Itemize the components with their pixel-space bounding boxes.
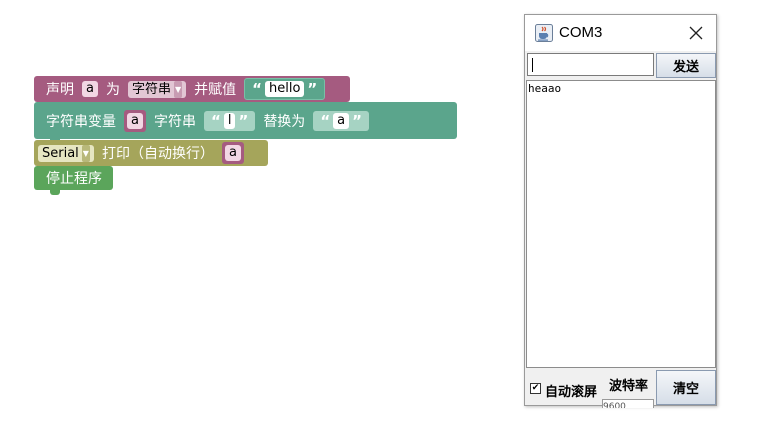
stop-program-block[interactable]: 停止程序 [34, 166, 113, 195]
dropdown-arrow-icon: ▼ [81, 144, 90, 162]
autoscroll-label: 自动滚屏 [545, 385, 598, 400]
print-var-field[interactable]: a [224, 145, 241, 161]
variable-block[interactable]: a [221, 142, 244, 164]
stop-label: 停止程序 [46, 171, 102, 187]
string-label: 字符串 [153, 113, 196, 130]
baud-rate-label: 波特率 [609, 379, 649, 394]
send-button[interactable]: 发送 [656, 53, 716, 78]
serial-monitor-window: COM3 发送 heaao ✔ 自动滚屏 波特率 9600 清空 [524, 14, 717, 408]
type-dropdown[interactable]: 字符串 ▼ [127, 80, 187, 98]
string-literal-block[interactable]: “ hello ” [244, 78, 326, 100]
for-label: 为 [105, 82, 120, 98]
string-variable-label: 字符串变量 [46, 113, 116, 130]
serial-port-dropdown[interactable]: Serial ▼ [38, 144, 94, 162]
find-value-field[interactable]: l [223, 112, 236, 129]
autoscroll-checkbox[interactable]: ✔ [530, 383, 541, 394]
print-label: 打印（自动换行） [101, 146, 214, 162]
baud-rate-select[interactable]: 9600 [602, 399, 654, 408]
find-string-block[interactable]: “ l ” [203, 110, 256, 131]
replace-with-label: 替换为 [263, 113, 306, 130]
send-input[interactable] [527, 53, 654, 76]
close-icon[interactable] [688, 25, 704, 41]
assign-label: 并赋值 [194, 82, 237, 98]
quote-close-icon: ” [307, 80, 318, 98]
variable-block[interactable]: a [124, 109, 146, 132]
block-connector [50, 190, 60, 195]
replace-string-block[interactable]: “ a ” [313, 110, 369, 131]
quote-open-icon: “ [210, 111, 221, 130]
replace-value-field[interactable]: a [333, 112, 350, 129]
serial-output-text: heaao [528, 82, 562, 95]
window-title: COM3 [559, 24, 603, 41]
serial-print-block[interactable]: Serial ▼ 打印（自动换行） a [34, 140, 268, 171]
clear-button[interactable]: 清空 [656, 370, 716, 405]
title-bar[interactable]: COM3 [525, 15, 716, 51]
replace-var-field[interactable]: a [127, 112, 143, 129]
quote-open-icon: “ [252, 80, 262, 98]
declare-variable-block[interactable]: 声明 a 为 字符串 ▼ 并赋值 “ hello ” [34, 76, 350, 107]
string-value-field[interactable]: hello [265, 81, 305, 97]
quote-close-icon: ” [352, 111, 362, 130]
quote-open-icon: “ [320, 111, 331, 130]
bottom-controls: ✔ 自动滚屏 波特率 9600 [525, 370, 656, 408]
declare-var-field[interactable]: a [82, 81, 98, 97]
dropdown-arrow-icon: ▼ [173, 80, 183, 98]
text-cursor [532, 58, 533, 72]
serial-port-value: Serial [42, 145, 79, 161]
declare-label: 声明 [46, 82, 74, 98]
type-dropdown-value: 字符串 [131, 81, 171, 97]
java-cup-icon [535, 24, 553, 42]
string-replace-block[interactable]: 字符串变量 a 字符串 “ l ” 替换为 “ a ” [34, 102, 457, 144]
quote-close-icon: ” [238, 111, 249, 130]
serial-output-area[interactable]: heaao [526, 80, 716, 368]
